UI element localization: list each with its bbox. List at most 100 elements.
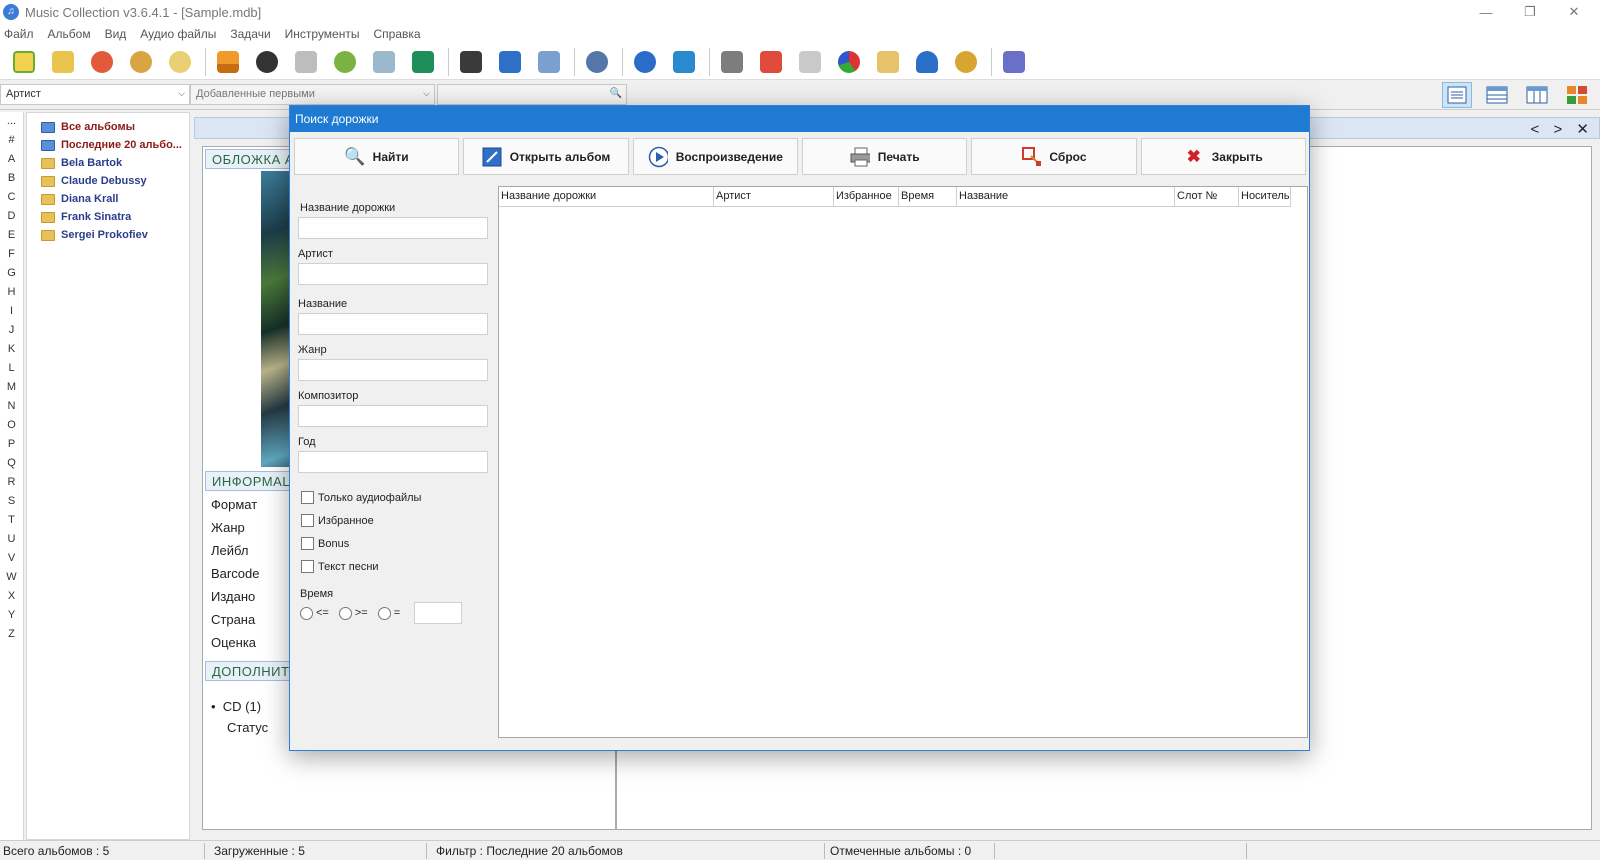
letter-index-item[interactable]: Z [0, 625, 23, 644]
time-le-radio[interactable]: <= [300, 606, 329, 620]
add-album-button[interactable] [8, 47, 40, 77]
calendar-button[interactable] [755, 47, 787, 77]
time-ge-radio[interactable]: >= [338, 606, 368, 620]
view-grid-button[interactable] [1522, 82, 1552, 108]
letter-index-item[interactable]: R [0, 473, 23, 492]
menu-tools[interactable]: Инструменты [285, 27, 360, 41]
track-search-button[interactable] [581, 47, 613, 77]
letter-index-item[interactable]: E [0, 226, 23, 245]
letter-index-item[interactable]: U [0, 530, 23, 549]
close-dialog-button[interactable]: ✖ Закрыть [1140, 138, 1306, 175]
tree-item-all-albums[interactable]: Все альбомы [27, 118, 189, 136]
group-by-combo[interactable]: Артист ⌵ [0, 84, 190, 105]
col-slot[interactable]: Слот № [1175, 187, 1239, 207]
letter-index-item[interactable]: G [0, 264, 23, 283]
tree-item-sergei-prokofiev[interactable]: Sergei Prokofiev [27, 226, 189, 244]
col-time[interactable]: Время [899, 187, 957, 207]
scan-button[interactable] [368, 47, 400, 77]
loans-button[interactable] [872, 47, 904, 77]
search-button[interactable] [164, 47, 196, 77]
eject-button[interactable] [212, 47, 244, 77]
letter-index-item[interactable]: Y [0, 606, 23, 625]
menu-tasks[interactable]: Задачи [230, 27, 270, 41]
previous-album-button[interactable]: < [1531, 121, 1540, 138]
letter-index-item[interactable]: B [0, 169, 23, 188]
cd-list-item[interactable]: • CD (1) [211, 699, 261, 714]
composer-input[interactable] [298, 405, 488, 427]
close-window-button[interactable]: ✕ [1552, 0, 1596, 24]
next-album-button[interactable]: > [1553, 121, 1562, 138]
title-input[interactable] [298, 313, 488, 335]
preview-button[interactable] [533, 47, 565, 77]
view-covers-button[interactable] [1562, 82, 1592, 108]
delete-button[interactable] [455, 47, 487, 77]
minimize-button[interactable]: — [1464, 0, 1508, 24]
reset-button[interactable]: Сброс [971, 138, 1137, 175]
bonus-checkbox[interactable]: Bonus [301, 537, 349, 550]
sort-combo[interactable]: Добавленные первыми ⌵ [190, 84, 435, 105]
close-details-button[interactable]: ✕ [1576, 121, 1589, 138]
shuffle-button[interactable] [668, 47, 700, 77]
print-results-button[interactable]: Печать [801, 138, 968, 175]
artist-input[interactable] [298, 263, 488, 285]
print-button[interactable] [716, 47, 748, 77]
open-album-button[interactable]: Открыть альбом [463, 138, 629, 175]
search-web-button[interactable] [125, 47, 157, 77]
tree-item-last-20[interactable]: Последние 20 альбо... [27, 136, 189, 154]
letter-index-item[interactable]: X [0, 587, 23, 606]
open-db-button[interactable] [47, 47, 79, 77]
letter-index-item[interactable]: K [0, 340, 23, 359]
time-eq-radio[interactable]: = [377, 606, 400, 620]
letter-index-item[interactable]: M [0, 378, 23, 397]
letter-index-item[interactable]: L [0, 359, 23, 378]
find-button[interactable]: 🔍 Найти [294, 138, 460, 175]
col-track-name[interactable]: Название дорожки [499, 187, 714, 207]
exit-button[interactable] [998, 47, 1030, 77]
menu-file[interactable]: Файл [4, 27, 34, 41]
col-favorites[interactable]: Избранное [834, 187, 899, 207]
time-input[interactable] [414, 602, 463, 624]
letter-index-item[interactable]: I [0, 302, 23, 321]
letter-index-item[interactable]: A [0, 150, 23, 169]
track-name-input[interactable] [298, 217, 488, 239]
text-disc-button[interactable] [251, 47, 283, 77]
menu-audio-files[interactable]: Аудио файлы [140, 27, 216, 41]
menu-help[interactable]: Справка [373, 27, 420, 41]
letter-index-item[interactable]: N [0, 397, 23, 416]
lyrics-checkbox[interactable]: Текст песни [301, 560, 379, 573]
menu-album[interactable]: Альбом [48, 27, 91, 41]
restore-button[interactable]: ❐ [1508, 0, 1552, 24]
statistics-button[interactable] [833, 47, 865, 77]
col-title[interactable]: Название [957, 187, 1175, 207]
lifebuoy-button[interactable] [86, 47, 118, 77]
genre-input[interactable] [298, 359, 488, 381]
letter-index-item[interactable]: Q [0, 454, 23, 473]
tree-item-diana-krall[interactable]: Diana Krall [27, 190, 189, 208]
letter-index-item[interactable]: D [0, 207, 23, 226]
col-media[interactable]: Носитель [1239, 187, 1291, 207]
find-cover-button[interactable] [329, 47, 361, 77]
letter-index-item[interactable]: W [0, 568, 23, 587]
letter-index-item[interactable]: C [0, 188, 23, 207]
tree-item-claude-debussy[interactable]: Claude Debussy [27, 172, 189, 190]
letter-index-item[interactable]: S [0, 492, 23, 511]
favorites-checkbox[interactable]: Избранное [301, 514, 374, 527]
menu-view[interactable]: Вид [105, 27, 127, 41]
only-audio-checkbox[interactable]: Только аудиофайлы [301, 491, 421, 504]
tools-button[interactable] [950, 47, 982, 77]
edit-button[interactable] [494, 47, 526, 77]
col-artist[interactable]: Артист [714, 187, 834, 207]
play-button[interactable] [629, 47, 661, 77]
letter-index-item[interactable]: T [0, 511, 23, 530]
play-track-button[interactable]: Воспроизведение [632, 138, 798, 175]
tree-item-frank-sinatra[interactable]: Frank Sinatra [27, 208, 189, 226]
view-list-button[interactable] [1482, 82, 1512, 108]
tree-item-bela-bartok[interactable]: Bela Bartok [27, 154, 189, 172]
letter-index-item[interactable]: P [0, 435, 23, 454]
quick-search-input[interactable]: 🔍 [437, 84, 627, 105]
contacts-button[interactable] [911, 47, 943, 77]
letter-index-item[interactable]: ... [0, 112, 23, 131]
view-details-button[interactable] [1442, 82, 1472, 108]
add-image-button[interactable] [407, 47, 439, 77]
year-input[interactable] [298, 451, 488, 473]
